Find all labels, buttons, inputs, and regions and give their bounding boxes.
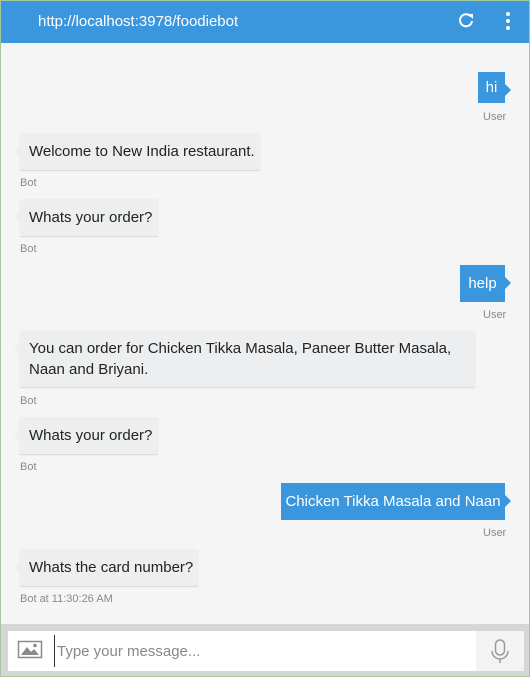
microphone-icon [491,639,509,663]
bot-message: You can order for Chicken Tikka Masala, … [14,331,475,387]
refresh-button[interactable] [457,12,475,30]
message-sender: User [483,527,507,539]
bot-message: Whats the card number? [14,549,198,586]
microphone-button[interactable] [476,631,524,671]
page-url: http://localhost:3978/foodiebot [38,13,239,30]
chat-window: http://localhost:3978/foodiebot hi User … [0,0,530,677]
message-input[interactable] [54,635,477,667]
bot-message: Whats your order? [14,417,158,454]
user-message: hi [478,72,511,103]
message-sender: Bot [20,243,37,255]
message-sender: User [483,309,507,321]
message-sender: User [483,111,507,123]
bot-message: Welcome to New India restaurant. [14,133,260,170]
image-upload-button[interactable] [17,639,43,661]
image-upload-icon [17,640,43,659]
user-message: help [460,265,511,302]
title-bar: http://localhost:3978/foodiebot [1,1,529,43]
message-list[interactable]: hi User Welcome to New India restaurant.… [1,43,529,623]
input-bar [1,624,529,676]
input-container [8,631,524,671]
bot-message: Whats your order? [14,199,158,236]
refresh-icon [459,13,473,28]
more-menu-button[interactable] [501,11,515,33]
message-sender: Bot [20,461,37,473]
message-sender: Bot [20,177,37,189]
more-vertical-icon [506,12,510,30]
user-message: Chicken Tikka Masala and Naan [281,483,511,520]
message-sender: Bot [20,395,37,407]
message-timestamp: Bot at 11:30:26 AM [20,593,113,605]
